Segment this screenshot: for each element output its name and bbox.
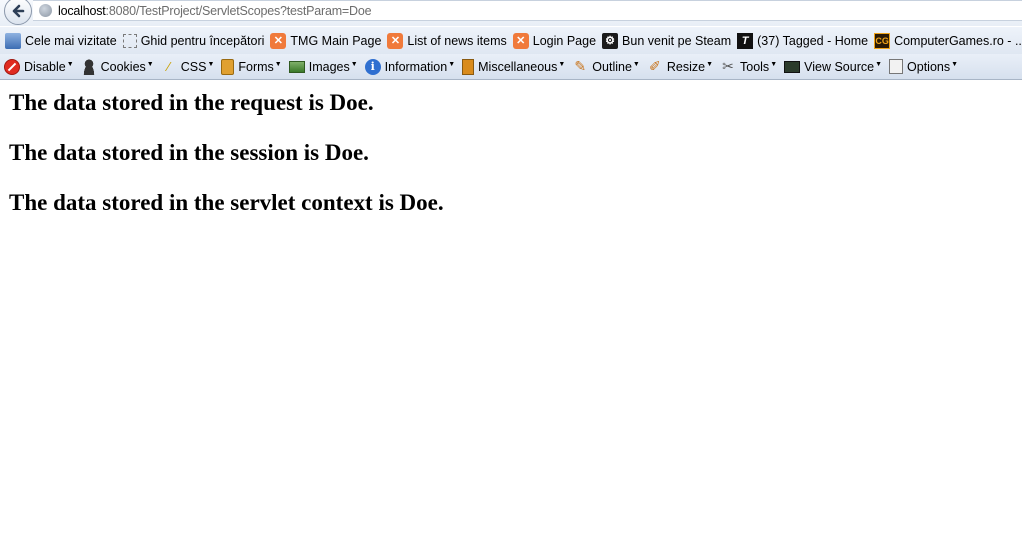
css-wand-icon: ⁄ xyxy=(167,59,170,74)
url-bar[interactable]: localhost:8080/TestProject/ServletScopes… xyxy=(33,0,1022,21)
bookmark-label: Ghid pentru începători xyxy=(140,33,265,48)
dropdown-caret-icon: ▼ xyxy=(951,61,959,68)
bookmark-label: (37) Tagged - Home xyxy=(757,33,869,48)
menu-label: Options xyxy=(907,59,951,74)
bookmark-label: Cele mai vizitate xyxy=(25,33,117,48)
menu-label: Outline xyxy=(592,59,632,74)
info-icon: i xyxy=(364,58,381,75)
web-developer-toolbar: Disable ▼ Cookies ▼ ⁄ CSS ▼ Forms ▼ Images ▼ … xyxy=(0,54,1022,80)
options-icon xyxy=(889,59,904,74)
menu-label: View Source xyxy=(804,59,875,74)
bookmark-tagged[interactable]: T (37) Tagged - Home xyxy=(737,32,869,49)
dropdown-caret-icon: ▼ xyxy=(632,61,640,68)
tagged-icon: T xyxy=(737,32,754,49)
bookmark-label: Bun venit pe Steam xyxy=(622,33,732,48)
bookmark-computergames[interactable]: CG ComputerGames.ro - ... xyxy=(874,32,1022,49)
page-content: The data stored in the request is Doe. T… xyxy=(9,88,444,238)
dropdown-caret-icon: ▼ xyxy=(66,61,74,68)
menu-disable[interactable]: Disable ▼ xyxy=(4,58,74,75)
xampp-icon: ✕ xyxy=(270,32,287,49)
cookies-icon xyxy=(80,58,97,75)
bookmark-login-page[interactable]: ✕ Login Page xyxy=(512,32,597,49)
menu-images[interactable]: Images ▼ xyxy=(288,59,358,74)
bookmark-news-items[interactable]: ✕ List of news items xyxy=(387,32,507,49)
menu-label: Information xyxy=(384,59,448,74)
dropdown-caret-icon: ▼ xyxy=(207,61,215,68)
forms-icon xyxy=(221,58,235,75)
disable-icon xyxy=(4,58,20,75)
navigation-toolbar: localhost:8080/TestProject/ServletScopes… xyxy=(0,0,1022,26)
back-arrow-icon xyxy=(12,4,25,18)
dropdown-caret-icon: ▼ xyxy=(274,61,282,68)
computergames-icon: CG xyxy=(874,32,891,49)
menu-forms[interactable]: Forms ▼ xyxy=(221,58,282,75)
menu-label: Resize xyxy=(666,59,706,74)
menu-label: Forms xyxy=(238,59,274,74)
bookmark-label: TMG Main Page xyxy=(290,33,382,48)
menu-outline[interactable]: ✎ Outline ▼ xyxy=(572,58,640,75)
menu-label: Disable xyxy=(24,59,66,74)
view-source-icon xyxy=(784,60,801,73)
bookmark-most-visited[interactable]: Cele mai vizitate xyxy=(5,32,117,49)
dropdown-caret-icon: ▼ xyxy=(770,61,778,68)
session-scope-heading: The data stored in the session is Doe. xyxy=(9,140,369,165)
bookmark-steam[interactable]: ⚙ Bun venit pe Steam xyxy=(602,32,732,49)
dropdown-caret-icon: ▼ xyxy=(706,61,713,68)
menu-label: Cookies xyxy=(100,59,146,74)
request-scope-heading: The data stored in the request is Doe. xyxy=(9,90,374,115)
menu-label: CSS xyxy=(180,59,207,74)
menu-information[interactable]: i Information ▼ xyxy=(364,58,456,75)
tools-icon: ✂ xyxy=(722,58,734,74)
dotted-page-icon xyxy=(122,33,137,48)
url-text[interactable]: localhost:8080/TestProject/ServletScopes… xyxy=(58,3,372,18)
menu-label: Tools xyxy=(740,59,770,74)
url-path: :8080/TestProject/ServletScopes?testPara… xyxy=(105,3,372,18)
menu-label: Images xyxy=(308,59,350,74)
images-icon xyxy=(288,60,305,73)
resize-ruler-icon: ✐ xyxy=(648,58,661,74)
bookmarks-toolbar: Cele mai vizitate Ghid pentru începători… xyxy=(0,27,1022,54)
dropdown-caret-icon: ▼ xyxy=(448,61,456,68)
menu-css[interactable]: ⁄ CSS ▼ xyxy=(161,59,215,75)
misc-icon xyxy=(462,58,475,75)
steam-icon: ⚙ xyxy=(602,32,619,49)
blue-doc-icon xyxy=(5,32,21,49)
menu-miscellaneous[interactable]: Miscellaneous ▼ xyxy=(462,58,566,75)
xampp-icon: ✕ xyxy=(512,32,529,49)
bookmark-tmg-main-page[interactable]: ✕ TMG Main Page xyxy=(270,32,382,49)
menu-cookies[interactable]: Cookies ▼ xyxy=(80,58,154,75)
menu-options[interactable]: Options ▼ xyxy=(889,59,958,74)
dropdown-caret-icon: ▼ xyxy=(146,61,154,68)
bookmark-label: Login Page xyxy=(532,33,597,48)
servlet-context-scope-heading: The data stored in the servlet context i… xyxy=(9,190,444,215)
outline-pencil-icon: ✎ xyxy=(574,58,587,74)
url-host: localhost xyxy=(58,3,106,18)
menu-view-source[interactable]: View Source ▼ xyxy=(784,60,882,74)
menu-label: Miscellaneous xyxy=(478,59,558,74)
menu-tools[interactable]: ✂ Tools ▼ xyxy=(720,58,778,75)
bookmark-label: List of news items xyxy=(407,33,507,48)
bookmark-getting-started[interactable]: Ghid pentru începători xyxy=(122,33,265,48)
dropdown-caret-icon: ▼ xyxy=(350,61,358,68)
dropdown-caret-icon: ▼ xyxy=(875,61,883,68)
site-identity-globe-icon[interactable] xyxy=(39,4,52,17)
xampp-icon: ✕ xyxy=(387,32,404,49)
menu-resize[interactable]: ✐ Resize ▼ xyxy=(647,58,713,75)
dropdown-caret-icon: ▼ xyxy=(558,61,566,68)
back-button[interactable] xyxy=(4,0,32,25)
bookmark-label: ComputerGames.ro - ... xyxy=(894,33,1022,48)
